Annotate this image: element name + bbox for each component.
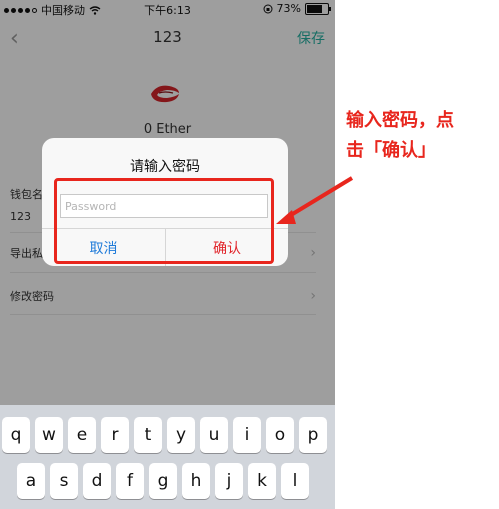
annotation-line-1: 输入密码，点 <box>346 110 454 131</box>
annotation-line-2: 击「确认」 <box>346 140 436 161</box>
annotation-text: 输入密码，点 击「确认」 <box>346 106 496 166</box>
annotation-arrow-icon <box>276 176 354 224</box>
